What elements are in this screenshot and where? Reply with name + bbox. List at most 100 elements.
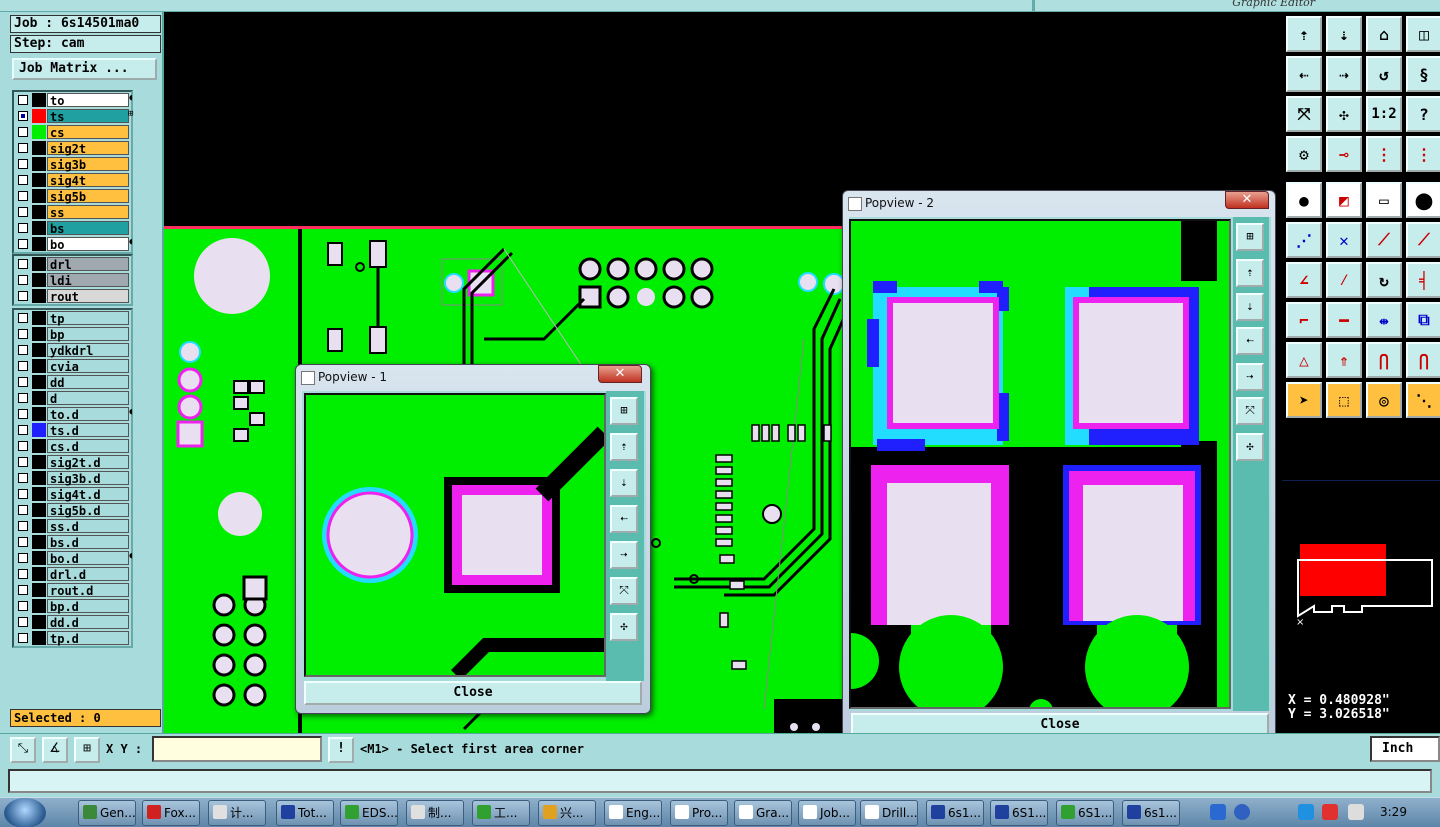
- layer-checkbox[interactable]: [18, 111, 28, 121]
- layer-color-swatch[interactable]: [32, 455, 46, 469]
- center-icon[interactable]: ✣: [1236, 433, 1264, 461]
- layer-name[interactable]: sig3b.d: [47, 471, 129, 486]
- ruler-icon[interactable]: ▭: [1366, 182, 1402, 218]
- layer-name[interactable]: d: [47, 391, 129, 406]
- layer-checkbox[interactable]: [18, 223, 28, 233]
- layer-row[interactable]: bp.d: [14, 598, 131, 614]
- layer-name[interactable]: drl.d: [47, 567, 129, 582]
- taskbar-item[interactable]: Pro...: [670, 800, 728, 826]
- layer-row[interactable]: sig4t.d: [14, 486, 131, 502]
- layer-name[interactable]: rout.d: [47, 583, 129, 598]
- taskbar-item[interactable]: 6S1...: [990, 800, 1048, 826]
- layer-color-swatch[interactable]: [32, 487, 46, 501]
- taskbar-item[interactable]: Fox...: [142, 800, 200, 826]
- cross-icon[interactable]: ✕: [1326, 222, 1362, 258]
- layer-name[interactable]: sig2t.d: [47, 455, 129, 470]
- move-left-icon[interactable]: ⇠: [1236, 327, 1264, 355]
- layer-name[interactable]: sig5b: [47, 189, 129, 204]
- layer-name[interactable]: cs.d: [47, 439, 129, 454]
- layer-color-swatch[interactable]: [32, 237, 46, 251]
- layer-checkbox[interactable]: [18, 425, 28, 435]
- job-matrix-button[interactable]: Job Matrix ...: [12, 58, 157, 80]
- layer-color-swatch[interactable]: [32, 519, 46, 533]
- layer-row[interactable]: cvia: [14, 358, 131, 374]
- mirror-icon[interactable]: ╡: [1406, 262, 1440, 298]
- layer-row[interactable]: dd.d: [14, 614, 131, 630]
- layer-checkbox[interactable]: [18, 329, 28, 339]
- layer-checkbox[interactable]: [18, 569, 28, 579]
- zoom-fit-icon[interactable]: ⤧: [1286, 96, 1322, 132]
- layer-color-swatch[interactable]: [32, 423, 46, 437]
- move-right-icon[interactable]: ⇢: [610, 541, 638, 569]
- taskbar-item[interactable]: 6S1...: [1056, 800, 1114, 826]
- layer-name[interactable]: dd: [47, 375, 129, 390]
- layer-name[interactable]: bo: [47, 237, 129, 252]
- layer-checkbox[interactable]: [18, 441, 28, 451]
- layer-name[interactable]: bs: [47, 221, 129, 236]
- layer-color-swatch[interactable]: [32, 93, 46, 107]
- taskbar-item[interactable]: 制...: [406, 800, 464, 826]
- popview-1-close-button[interactable]: Close: [304, 681, 642, 705]
- layer-row[interactable]: cs: [14, 124, 131, 140]
- layer-checkbox[interactable]: [18, 159, 28, 169]
- layer-checkbox[interactable]: [18, 537, 28, 547]
- layer-color-swatch[interactable]: [32, 205, 46, 219]
- popview-1-close-icon[interactable]: ✕: [598, 365, 642, 383]
- layer-checkbox[interactable]: [18, 95, 28, 105]
- zoom-in-icon[interactable]: ⊞: [610, 397, 638, 425]
- layer-checkbox[interactable]: [18, 409, 28, 419]
- layer-row[interactable]: sig5b: [14, 188, 131, 204]
- home-icon[interactable]: ⌂: [1366, 16, 1402, 52]
- layer-row[interactable]: dd: [14, 374, 131, 390]
- layer-checkbox[interactable]: [18, 313, 28, 323]
- layer-color-swatch[interactable]: [32, 407, 46, 421]
- layer-color-swatch[interactable]: [32, 273, 46, 287]
- layer-color-swatch[interactable]: [32, 535, 46, 549]
- layer-color-swatch[interactable]: [32, 391, 46, 405]
- xy-input[interactable]: [152, 736, 322, 762]
- layer-checkbox[interactable]: [18, 191, 28, 201]
- layer-checkbox[interactable]: [18, 361, 28, 371]
- triangle-icon[interactable]: △: [1286, 342, 1322, 378]
- arch-icon[interactable]: ⋂: [1366, 342, 1402, 378]
- layer-row[interactable]: cs.d: [14, 438, 131, 454]
- layer-checkbox[interactable]: [18, 377, 28, 387]
- layer-color-swatch[interactable]: [32, 567, 46, 581]
- overview-map[interactable]: ×: [1282, 480, 1440, 680]
- layer-checkbox[interactable]: [18, 393, 28, 403]
- segment-blue-icon[interactable]: ⟋: [1406, 222, 1440, 258]
- pan-right-icon[interactable]: ⇢: [1326, 56, 1362, 92]
- undo-view-icon[interactable]: ↺: [1366, 56, 1402, 92]
- layer-row[interactable]: ldi: [14, 272, 131, 288]
- layer-name[interactable]: dd.d: [47, 615, 129, 630]
- layer-name[interactable]: ldi: [47, 273, 129, 288]
- taskbar-item[interactable]: 6s1...: [926, 800, 984, 826]
- layer-row[interactable]: bs.d: [14, 534, 131, 550]
- scale-1to2-icon[interactable]: 1:2: [1366, 96, 1402, 132]
- layer-name[interactable]: ts.d: [47, 423, 129, 438]
- layer-row[interactable]: ss: [14, 204, 131, 220]
- layer-name[interactable]: drl: [47, 257, 129, 272]
- layer-name[interactable]: bs.d: [47, 535, 129, 550]
- move-down-icon[interactable]: ⇣: [610, 469, 638, 497]
- layer-color-swatch[interactable]: [32, 599, 46, 613]
- layer-row[interactable]: bp: [14, 326, 131, 342]
- layer-checkbox[interactable]: [18, 239, 28, 249]
- layer-name[interactable]: ts: [47, 109, 129, 124]
- grid-icon[interactable]: ⊞: [74, 737, 100, 763]
- layer-row[interactable]: sig4t: [14, 172, 131, 188]
- layer-name[interactable]: sig2t: [47, 141, 129, 156]
- move-up-icon[interactable]: ⇡: [1236, 259, 1264, 287]
- move-up-icon[interactable]: ⇡: [610, 433, 638, 461]
- layer-row[interactable]: sig2t: [14, 140, 131, 156]
- zoom-center-icon[interactable]: ✣: [1326, 96, 1362, 132]
- layer-name[interactable]: cs: [47, 125, 129, 140]
- pointer-box-icon[interactable]: ⬚: [1326, 382, 1362, 418]
- layer-name[interactable]: ss: [47, 205, 129, 220]
- layer-name[interactable]: to: [47, 93, 129, 108]
- taskbar-item[interactable]: 计...: [208, 800, 266, 826]
- layer-name[interactable]: sig3b: [47, 157, 129, 172]
- pan-left-icon[interactable]: ⇠: [1286, 56, 1322, 92]
- layer-checkbox[interactable]: [18, 345, 28, 355]
- layer-name[interactable]: sig4t.d: [47, 487, 129, 502]
